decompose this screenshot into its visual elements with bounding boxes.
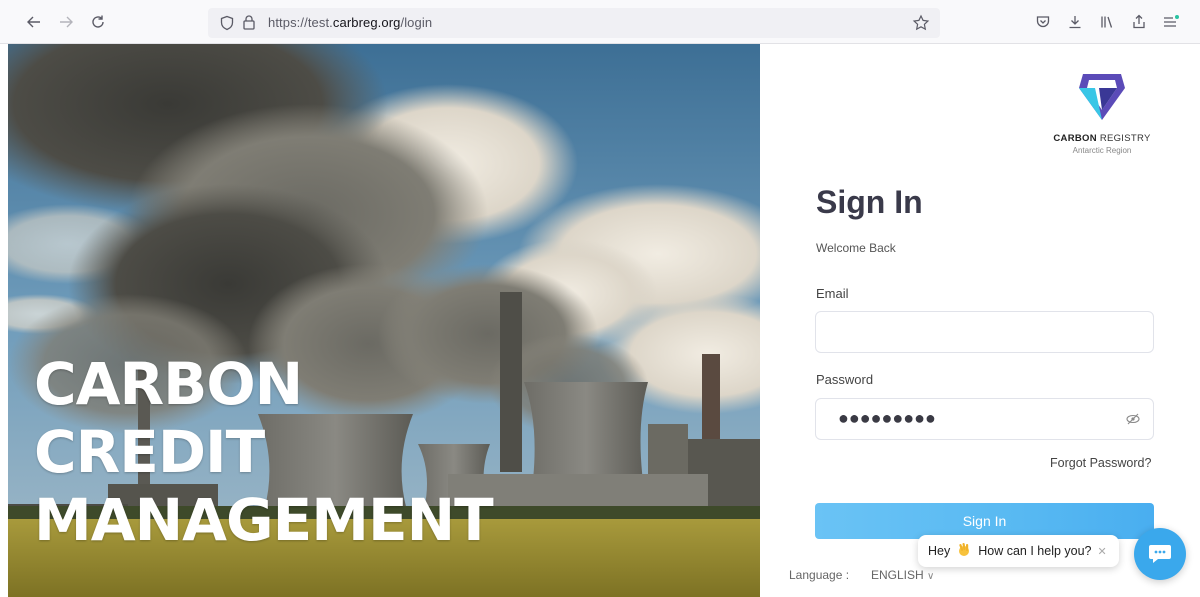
eye-slash-icon[interactable] (1125, 411, 1141, 427)
hero-title-line: MANAGEMENT (34, 486, 494, 554)
language-select[interactable]: ENGLISH ∨ (871, 568, 934, 582)
chat-message: How can I help you? (978, 544, 1092, 558)
forgot-password-link[interactable]: Forgot Password? (1050, 456, 1151, 470)
close-icon[interactable]: ✕ (1098, 545, 1107, 558)
lock-icon[interactable] (242, 14, 256, 36)
chat-icon (1149, 545, 1171, 563)
pocket-icon[interactable] (1032, 11, 1054, 33)
email-label: Email (816, 286, 849, 301)
carbon-registry-logo-icon (1079, 74, 1125, 120)
page-title: Sign In (816, 184, 923, 220)
password-input[interactable]: ●●●●●●●●● (838, 408, 936, 429)
password-field[interactable]: ●●●●●●●●● (815, 398, 1154, 440)
waving-hand-icon (956, 542, 972, 561)
brand-name: CARBON REGISTRY (1053, 133, 1151, 144)
chat-launcher-button[interactable] (1134, 528, 1186, 580)
hero-image: CARBON CREDIT MANAGEMENT (8, 44, 760, 597)
library-icon[interactable] (1096, 11, 1118, 33)
language-label: Language : (789, 568, 850, 582)
email-input[interactable] (816, 312, 1153, 352)
hero-title-line: CARBON (34, 350, 303, 418)
reload-icon[interactable] (86, 10, 110, 34)
forward-icon[interactable] (54, 10, 78, 34)
email-field[interactable] (815, 311, 1154, 353)
bookmark-star-icon[interactable] (912, 14, 930, 37)
password-label: Password (816, 372, 874, 387)
menu-icon[interactable] (1160, 11, 1182, 33)
chat-greeting-bubble[interactable]: Hey How can I help you? ✕ (918, 535, 1119, 567)
url-text[interactable]: https://test.carbreg.org/login (268, 15, 432, 30)
hero-title: CARBON CREDIT MANAGEMENT (34, 350, 494, 554)
brand-subtitle: Antarctic Region (1072, 146, 1132, 155)
login-panel: CARBON REGISTRY Antarctic Region Sign In… (760, 44, 1200, 597)
brand-logo: CARBON REGISTRY Antarctic Region (1046, 68, 1158, 155)
address-bar[interactable]: https://test.carbreg.org/login (208, 8, 940, 38)
welcome-text: Welcome Back (816, 241, 896, 255)
language-value: ENGLISH (871, 568, 924, 582)
sign-in-button[interactable]: Sign In (815, 503, 1154, 539)
chevron-down-icon: ∨ (927, 571, 935, 582)
browser-toolbar: https://test.carbreg.org/login (0, 0, 1200, 44)
download-icon[interactable] (1064, 11, 1086, 33)
shield-icon[interactable] (219, 15, 235, 36)
back-icon[interactable] (22, 10, 46, 34)
chat-greeting: Hey (928, 544, 951, 558)
hero-title-line: CREDIT (34, 418, 265, 486)
share-icon[interactable] (1128, 11, 1150, 33)
